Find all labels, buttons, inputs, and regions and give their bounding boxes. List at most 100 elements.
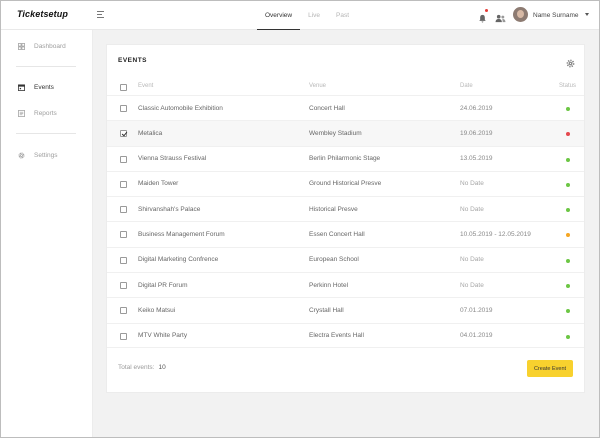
table-row[interactable]: Classic Automobile Exhibition Concert Hal…	[107, 95, 584, 120]
event-name: MTV White Party	[138, 332, 188, 340]
sidebar-item-label: Events	[34, 83, 54, 91]
event-name: Shirvanshah's Palace	[138, 205, 201, 213]
event-name: Keiko Matsui	[138, 306, 176, 314]
table-row[interactable]: MTV White Party Electra Events Hall 04.01.…	[107, 322, 584, 348]
status-indicator	[566, 233, 570, 238]
chevron-down-icon[interactable]	[585, 13, 589, 16]
notification-bell-icon[interactable]	[478, 9, 488, 23]
sidebar-item-label: Reports	[34, 109, 57, 117]
total-events-label: Total events:	[118, 364, 155, 371]
row-checkbox[interactable]	[120, 105, 127, 112]
table-row[interactable]: Maiden Tower Ground Historical Presve No D…	[107, 170, 584, 196]
sidebar-item-settings[interactable]: Settings	[18, 149, 58, 161]
column-header-date[interactable]: Date	[460, 83, 473, 89]
event-venue: Electra Events Hall	[309, 332, 364, 340]
table-row[interactable]: Vienna Strauss Festival Berlin Philarmoni…	[107, 145, 584, 171]
top-tabs: Overview Live Past	[257, 1, 357, 30]
total-events: Total events: 10	[118, 364, 166, 371]
events-table-body: Classic Automobile Exhibition Concert Hal…	[107, 95, 584, 348]
event-venue: Essen Concert Hall	[309, 230, 365, 238]
tab-overview[interactable]: Overview	[257, 1, 301, 30]
user-name[interactable]: Name Surname	[533, 12, 579, 19]
event-date: No Date	[460, 205, 484, 213]
column-header-event[interactable]: Event	[138, 83, 153, 89]
total-events-count: 10	[158, 364, 166, 371]
event-date: 10.05.2019 - 12.05.2019	[460, 230, 531, 238]
column-header-venue[interactable]: Venue	[309, 83, 326, 89]
event-date: 07.01.2019	[460, 306, 493, 314]
app-logo[interactable]: Ticketsetup	[17, 9, 68, 19]
event-date: 24.06.2019	[460, 104, 493, 112]
calendar-icon	[18, 83, 25, 91]
column-header-status[interactable]: Status	[559, 83, 576, 89]
notification-badge	[485, 9, 488, 12]
event-name: Vienna Strauss Festival	[138, 155, 207, 163]
users-icon[interactable]	[495, 10, 506, 23]
event-venue: Wembley Stadium	[309, 129, 362, 137]
sidebar-item-label: Dashboard	[34, 42, 66, 50]
row-checkbox[interactable]	[120, 180, 127, 188]
event-venue: Ground Historical Presve	[309, 180, 382, 188]
tab-live[interactable]: Live	[300, 1, 328, 30]
sidebar-item-label: Settings	[34, 151, 58, 159]
event-name: Business Management Forum	[138, 230, 225, 238]
row-checkbox[interactable]	[120, 332, 127, 340]
sidebar-item-dashboard[interactable]: Dashboard	[18, 40, 66, 52]
table-row[interactable]: Digital Marketing Confrence European Scho…	[107, 246, 584, 272]
event-name: Metalica	[138, 129, 163, 137]
event-venue: Concert Hall	[309, 104, 345, 112]
table-row[interactable]: Metalica Wembley Stadium 19.06.2019	[107, 120, 584, 146]
event-venue: Berlin Philarmonic Stage	[309, 155, 381, 163]
row-checkbox[interactable]	[120, 231, 127, 239]
event-venue: European School	[309, 256, 359, 264]
event-date: No Date	[460, 281, 484, 289]
card-title: EVENTS	[118, 57, 148, 64]
events-card: EVENTS Event Venue Date Status Classic A…	[106, 44, 585, 393]
tab-past[interactable]: Past	[328, 1, 357, 30]
sidebar-item-reports[interactable]: Reports	[18, 107, 57, 119]
table-row[interactable]: Digital PR Forum Perkinn Hotel No Date	[107, 272, 584, 297]
event-name: Classic Automobile Exhibition	[138, 104, 223, 112]
row-checkbox[interactable]	[120, 130, 127, 138]
row-checkbox[interactable]	[120, 155, 127, 163]
status-indicator	[566, 157, 570, 162]
sidebar-item-events[interactable]: Events	[18, 81, 54, 93]
event-date: 13.05.2019	[460, 155, 493, 163]
status-indicator	[566, 132, 570, 137]
event-date: No Date	[460, 180, 484, 188]
menu-toggle-icon[interactable]	[97, 11, 105, 19]
top-bar: Ticketsetup Overview Live Past Name Surn…	[1, 1, 599, 30]
sidebar-divider	[16, 66, 76, 67]
create-event-button[interactable]: Create Event	[527, 360, 573, 377]
gear-icon	[18, 152, 25, 158]
avatar[interactable]	[513, 7, 528, 22]
status-indicator	[566, 309, 570, 314]
app-window: Ticketsetup Overview Live Past Name Surn…	[0, 0, 600, 438]
table-row[interactable]: Keiko Matsui Crystall Hall 07.01.2019	[107, 297, 584, 322]
event-venue: Historical Presve	[309, 205, 358, 213]
row-checkbox[interactable]	[120, 256, 127, 264]
row-checkbox[interactable]	[120, 307, 127, 315]
settings-gear-icon[interactable]	[566, 55, 575, 68]
event-venue: Perkinn Hotel	[309, 281, 349, 289]
row-checkbox[interactable]	[120, 206, 127, 214]
table-row[interactable]: Business Management Forum Essen Concert H…	[107, 221, 584, 246]
status-indicator	[566, 107, 570, 111]
event-name: Digital PR Forum	[138, 281, 188, 289]
status-indicator	[566, 182, 570, 187]
event-venue: Crystall Hall	[309, 306, 344, 314]
event-name: Maiden Tower	[138, 180, 179, 188]
status-indicator	[566, 284, 570, 289]
dashboard-icon	[18, 42, 25, 50]
status-indicator	[566, 334, 570, 339]
reports-icon	[18, 109, 25, 117]
status-indicator	[566, 208, 570, 213]
event-date: No Date	[460, 256, 484, 264]
main-content: EVENTS Event Venue Date Status Classic A…	[93, 30, 599, 437]
table-row[interactable]: Shirvanshah's Palace Historical Presve No …	[107, 196, 584, 221]
row-checkbox[interactable]	[120, 282, 127, 290]
select-all-checkbox[interactable]	[120, 84, 127, 91]
table-header: Event Venue Date Status	[107, 82, 584, 94]
sidebar-divider	[16, 133, 76, 134]
status-indicator	[566, 258, 570, 263]
